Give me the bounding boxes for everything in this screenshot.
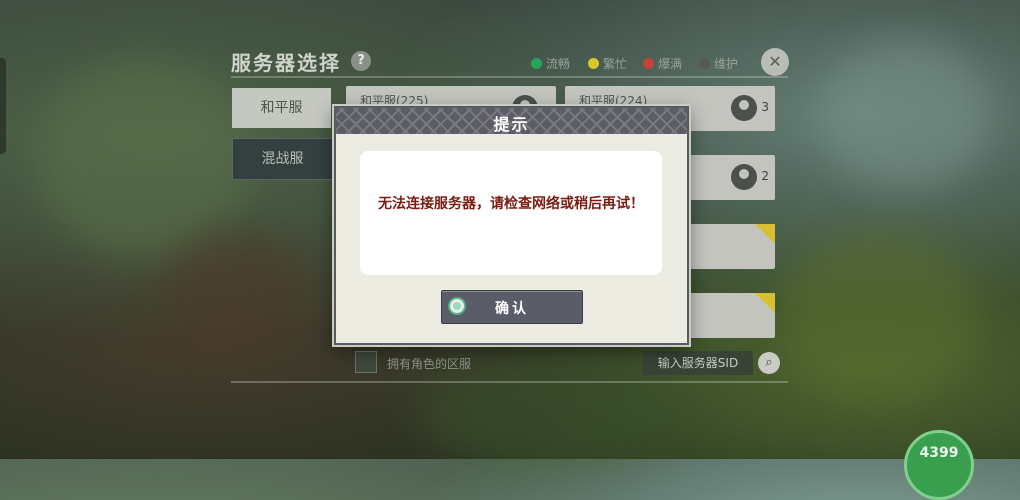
server-sid-input[interactable]: 输入服务器SID — [643, 351, 753, 375]
dialog-title: 提示 — [493, 115, 530, 134]
confirm-label: 确认 — [495, 301, 529, 317]
help-icon[interactable]: ? — [351, 51, 371, 71]
tab-peace-server[interactable]: 和平服 — [232, 88, 331, 128]
divider — [231, 76, 788, 78]
divider — [231, 381, 788, 383]
legend-label: 维护 — [714, 57, 739, 71]
confirm-button[interactable]: 确认 — [441, 290, 583, 324]
coin-badge[interactable]: 4399 — [904, 430, 974, 500]
lock-icon — [755, 293, 775, 313]
legend-label: 繁忙 — [603, 57, 628, 71]
status-dot-icon — [643, 58, 654, 69]
alert-dialog: 提示 无法连接服务器，请检查网络或稍后再试！ 确认 — [334, 106, 689, 345]
message-box: 无法连接服务器，请检查网络或稍后再试！ — [360, 151, 662, 275]
owned-role-label: 拥有角色的区服 — [387, 357, 472, 371]
owned-role-checkbox[interactable] — [355, 351, 377, 373]
status-dot-icon — [699, 58, 710, 69]
legend-smooth: 流畅 — [531, 55, 570, 72]
dialog-message: 无法连接服务器，请检查网络或稍后再试！ — [378, 196, 644, 212]
lock-icon — [755, 224, 775, 244]
player-avatar-icon — [731, 164, 757, 190]
side-handle — [0, 58, 6, 154]
close-icon[interactable]: ✕ — [761, 48, 789, 76]
legend-label: 爆满 — [658, 57, 683, 71]
player-count: 2 — [761, 169, 769, 183]
legend-maintenance: 维护 — [699, 55, 738, 72]
dialog-header: 提示 — [336, 108, 687, 134]
player-avatar-icon — [731, 95, 757, 121]
legend-label: 流畅 — [546, 57, 571, 71]
panel-title: 服务器选择 — [231, 51, 341, 75]
status-dot-icon — [588, 58, 599, 69]
status-dot-icon — [531, 58, 542, 69]
legend-full: 爆满 — [643, 55, 682, 72]
search-icon[interactable]: ⌕ — [758, 352, 780, 374]
legend-busy: 繁忙 — [588, 55, 627, 72]
tab-battle-server[interactable]: 混战服 — [232, 138, 333, 180]
player-count: 3 — [761, 100, 769, 114]
